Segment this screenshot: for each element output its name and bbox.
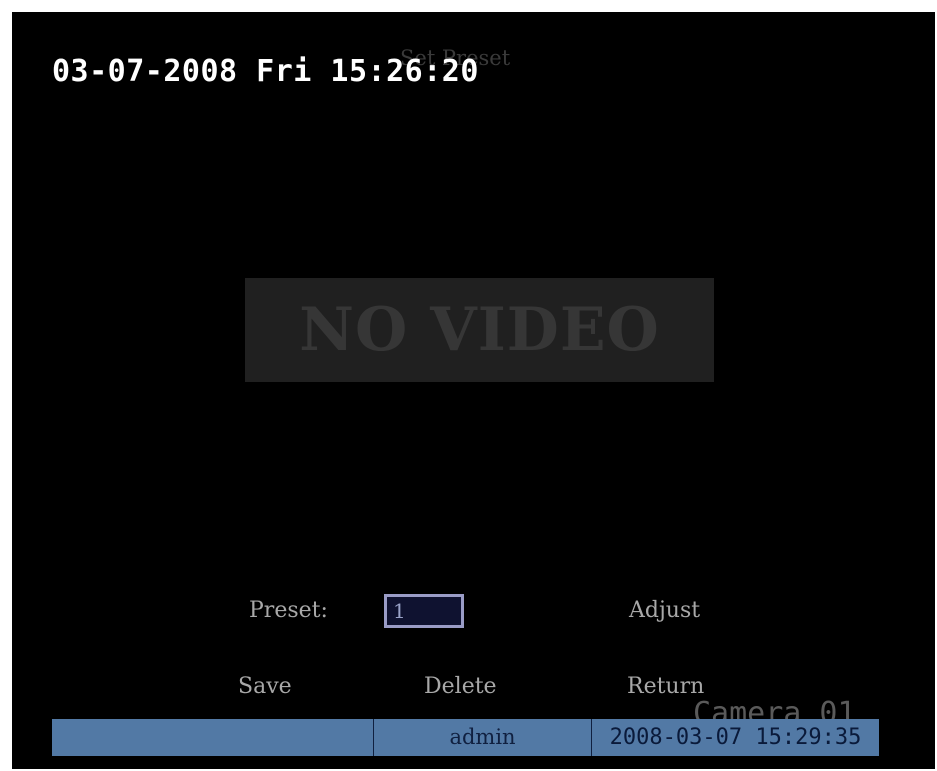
delete-button[interactable]: Delete xyxy=(424,674,497,699)
no-video-text: NO VIDEO xyxy=(299,295,660,365)
no-video-banner: NO VIDEO xyxy=(245,278,714,382)
preset-number-field[interactable]: 1 xyxy=(384,594,464,628)
adjust-button[interactable]: Adjust xyxy=(629,598,700,623)
osd-datetime: 03-07-2008 Fri 15:26:20 xyxy=(52,54,479,89)
status-bar: admin 2008-03-07 15:29:35 xyxy=(52,719,879,756)
status-datetime: 2008-03-07 15:29:35 xyxy=(609,725,862,750)
status-user: admin xyxy=(374,719,592,756)
save-button[interactable]: Save xyxy=(238,674,292,699)
status-cell-empty xyxy=(52,719,374,756)
preset-label: Preset: xyxy=(249,598,328,623)
dvr-screen: Set Preset 03-07-2008 Fri 15:26:20 NO VI… xyxy=(12,12,935,769)
